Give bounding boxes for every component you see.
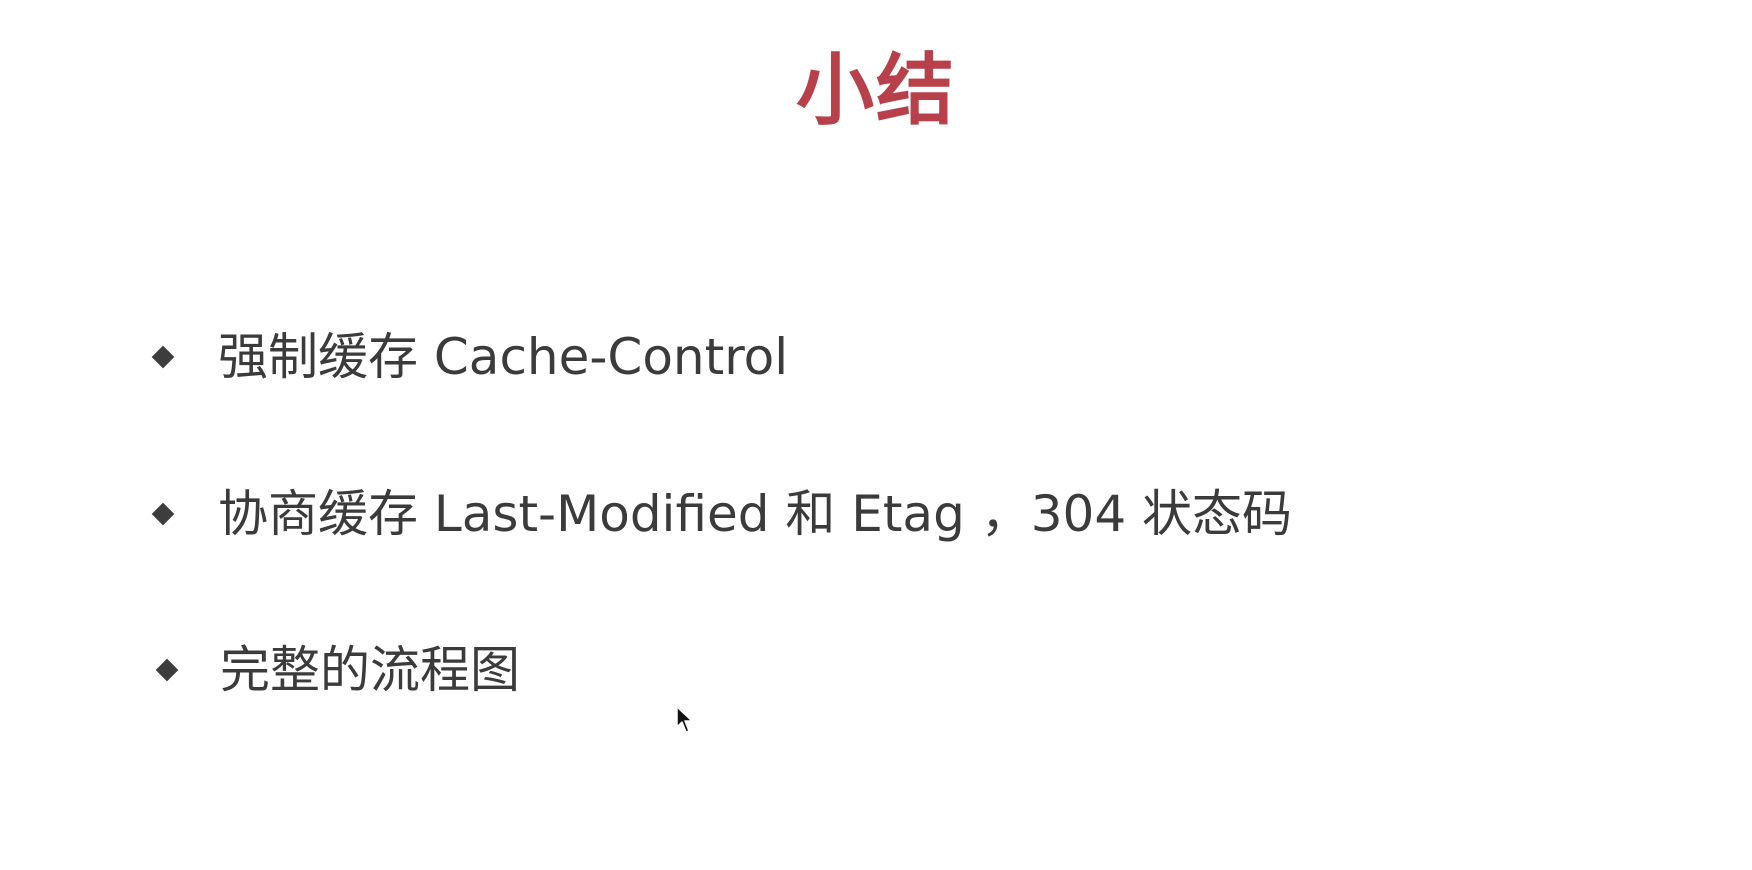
bullet-item-flowchart: 完整的流程图 xyxy=(0,640,1400,700)
bullet-item-cache-control: 强制缓存 Cache-Control xyxy=(0,327,1400,387)
diamond-bullet-icon xyxy=(155,658,179,682)
mouse-cursor-icon xyxy=(676,706,693,733)
bullet-list: 强制缓存 Cache-Control 协商缓存 Last-Modified 和 … xyxy=(0,0,1752,870)
bullet-text: 完整的流程图 xyxy=(220,641,520,699)
bullet-text: 强制缓存 Cache-Control xyxy=(218,328,789,386)
diamond-bullet-icon xyxy=(151,345,175,369)
slide: 小结 强制缓存 Cache-Control 协商缓存 Last-Modified… xyxy=(0,0,1752,870)
bullet-item-negotiation-cache: 协商缓存 Last-Modified 和 Etag ，304 状态码 xyxy=(0,484,1400,544)
bullet-text: 协商缓存 Last-Modified 和 Etag ，304 状态码 xyxy=(218,485,1293,543)
diamond-bullet-icon xyxy=(151,502,175,526)
